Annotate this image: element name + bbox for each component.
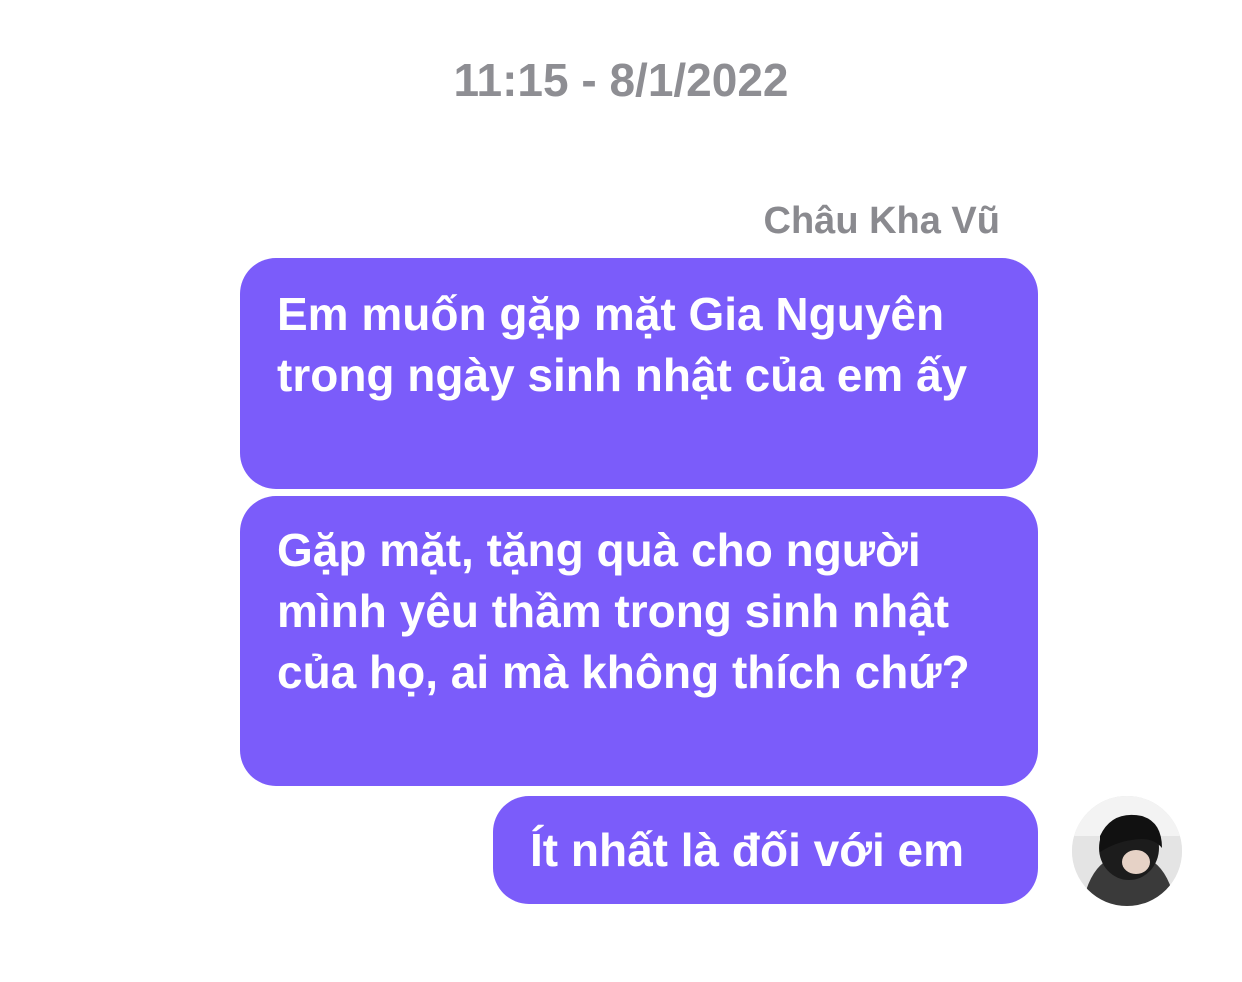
user-photo-avatar-icon	[1072, 796, 1182, 906]
chat-timestamp: 11:15 - 8/1/2022	[453, 54, 789, 106]
message-text: Ít nhất là đối với em	[530, 824, 964, 876]
sender-name: Châu Kha Vũ	[763, 200, 1000, 242]
avatar[interactable]	[1072, 796, 1182, 906]
message-bubble[interactable]: Ít nhất là đối với em	[493, 796, 1038, 904]
message-bubble[interactable]: Gặp mặt, tặng quà cho người mình yêu thầ…	[240, 496, 1038, 786]
message-text: Gặp mặt, tặng quà cho người mình yêu thầ…	[277, 524, 970, 698]
message-text: Em muốn gặp mặt Gia Nguyên trong ngày si…	[277, 288, 968, 401]
message-bubble[interactable]: Em muốn gặp mặt Gia Nguyên trong ngày si…	[240, 258, 1038, 489]
